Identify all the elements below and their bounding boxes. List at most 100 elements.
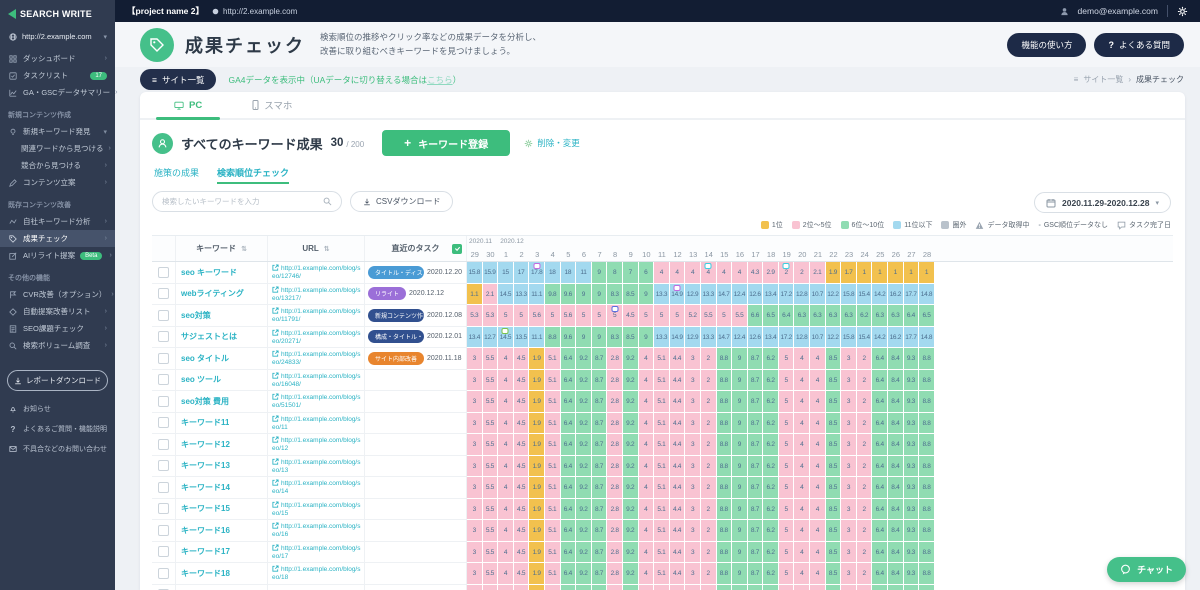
url-link[interactable]: http://1.example.com/blog/seo/20271/ xyxy=(272,330,361,345)
sidebar-item-ga-gsc-summary[interactable]: GA・GSCデータサマリー › xyxy=(0,84,117,101)
tab-pc[interactable]: PC xyxy=(156,92,221,120)
url-link[interactable]: http://1.example.com/blog/seo/13217/ xyxy=(272,287,361,302)
rank-cell: 8.4 xyxy=(888,584,904,590)
keyword-link[interactable]: キーワード11 xyxy=(181,417,229,428)
keyword-link[interactable]: seo ツール xyxy=(181,374,221,385)
legend-label: データ取得中 xyxy=(987,222,1030,229)
legend-label: 2位〜5位 xyxy=(802,222,832,229)
rank-cell: 1.9 xyxy=(529,477,545,499)
delete-edit-link[interactable]: 削除・変更 xyxy=(524,137,580,149)
tab-measure-results[interactable]: 施策の成果 xyxy=(154,166,199,184)
url-link[interactable]: http://1.example.com/blog/seo/13 xyxy=(272,459,361,474)
row-checkbox[interactable] xyxy=(158,481,169,493)
faq-button[interactable]: ? よくある質問 xyxy=(1094,32,1184,57)
task-cell xyxy=(365,455,467,477)
keyword-link[interactable]: キーワード13 xyxy=(181,460,230,471)
sidebar-item-cvr[interactable]: CVR改善（オプション） › xyxy=(0,286,115,303)
keyword-register-button[interactable]: + キーワード登録 xyxy=(382,130,511,156)
row-checkbox[interactable] xyxy=(158,460,169,472)
chat-button[interactable]: チャット xyxy=(1107,557,1186,582)
url-link[interactable]: http://1.example.com/blog/seo/24833/ xyxy=(272,351,361,366)
url-link[interactable]: http://1.example.com/blog/seo/12746/ xyxy=(272,265,361,280)
row-checkbox[interactable] xyxy=(158,352,169,364)
site-list-button[interactable]: ≡ サイト一覧 xyxy=(140,69,217,90)
url-link[interactable]: http://1.example.com/blog/seo/51501/ xyxy=(272,394,361,409)
search-input[interactable] xyxy=(162,197,323,206)
ua-switch-link[interactable]: こちら xyxy=(427,75,453,85)
rank-cell: 3 xyxy=(841,541,857,563)
row-checkbox[interactable] xyxy=(158,546,169,558)
row-checkbox[interactable] xyxy=(158,395,169,407)
row-checkbox[interactable] xyxy=(158,288,169,300)
rank-cell: 3 xyxy=(685,434,701,456)
sidebar-item-new-keyword-discovery[interactable]: 新規キーワード発見 ▾ xyxy=(0,123,115,140)
row-checkbox[interactable] xyxy=(158,524,169,536)
keyword-link[interactable]: キーワード15 xyxy=(181,503,230,514)
breadcrumb-parent[interactable]: サイト一覧 xyxy=(1083,74,1123,85)
keyword-link[interactable]: キーワード14 xyxy=(181,482,230,493)
sort-icon[interactable]: ⇅ xyxy=(324,245,330,253)
rank-cell: 1.9 xyxy=(529,541,545,563)
tab-smartphone[interactable]: スマホ xyxy=(234,92,310,118)
rank-cell: 4 xyxy=(638,369,655,391)
keyword-link[interactable]: seo対策 費用 xyxy=(181,396,229,407)
keyword-cell: seo対策 費用 xyxy=(176,391,268,413)
account-email[interactable]: demo@example.com xyxy=(1078,6,1158,16)
sidebar-item-dashboard[interactable]: ダッシュボード › xyxy=(0,50,115,67)
row-checkbox[interactable] xyxy=(158,417,169,429)
sidebar-item-seo-issues[interactable]: SEO課題チェック › xyxy=(0,320,115,337)
sidebar-item-own-keyword-analysis[interactable]: 自社キーワード分析 › xyxy=(0,213,115,230)
sidebar-item-content-planning[interactable]: コンテンツ立案 › xyxy=(0,174,115,191)
sidebar-item-news[interactable]: お知らせ xyxy=(0,399,115,419)
row-checkbox[interactable] xyxy=(158,503,169,515)
row-checkbox[interactable] xyxy=(158,374,169,386)
url-link[interactable]: http://1.example.com/blog/seo/14 xyxy=(272,480,361,495)
date-range-picker[interactable]: 2020.11.29-2020.12.28 ▾ xyxy=(1034,192,1171,213)
report-download-button[interactable]: レポートダウンロード xyxy=(7,370,108,391)
task-column-header: 直近のタスク xyxy=(365,236,467,261)
keyword-link[interactable]: seo キーワード xyxy=(181,267,237,278)
sidebar-item-faq[interactable]: ? よくあるご質問・機能説明 xyxy=(0,419,115,439)
sort-icon[interactable]: ⇅ xyxy=(241,245,247,253)
sidebar-item-contact[interactable]: 不具合などのお問い合わせ xyxy=(0,439,115,459)
keyword-link[interactable]: キーワード16 xyxy=(181,525,230,536)
keyword-link[interactable]: seo タイトル xyxy=(181,353,229,364)
url-link[interactable]: http://1.example.com/blog/seo/11 xyxy=(272,416,361,431)
csv-download-button[interactable]: CSVダウンロード xyxy=(350,191,454,212)
row-checkbox[interactable] xyxy=(158,309,169,321)
keyword-link[interactable]: サジェストとは xyxy=(181,331,237,342)
url-link[interactable]: http://1.example.com/blog/seo/17 xyxy=(272,545,361,560)
sidebar-item-auto-suggestion-list[interactable]: 自動提案改善リスト › xyxy=(0,303,115,320)
keyword-column-header[interactable]: キーワード ⇅ xyxy=(176,236,268,261)
row-checkbox[interactable] xyxy=(158,266,169,278)
url-link[interactable]: http://1.example.com/blog/seo/15 xyxy=(272,502,361,517)
keyword-cell xyxy=(176,584,268,590)
url-link[interactable]: http://1.example.com/blog/seo/16048/ xyxy=(272,373,361,388)
sidebar-item-result-check[interactable]: 成果チェック › xyxy=(0,230,115,247)
row-checkbox[interactable] xyxy=(158,567,169,579)
gear-icon[interactable] xyxy=(1177,6,1188,17)
task-toggle-icon[interactable] xyxy=(452,243,462,254)
url-link[interactable]: http://1.example.com/blog/seo/18 xyxy=(272,566,361,581)
row-checkbox[interactable] xyxy=(158,438,169,450)
sidebar-item-ai-rewrite[interactable]: AIリライト提案 Beta › xyxy=(0,247,115,264)
row-checkbox[interactable] xyxy=(158,331,169,343)
sidebar-item-search-volume[interactable]: 検索ボリューム調査 › xyxy=(0,337,115,354)
keyword-link[interactable]: キーワード12 xyxy=(181,439,230,450)
url-link[interactable]: http://1.example.com/blog/seo/11791/ xyxy=(272,308,361,323)
sidebar-item-related-words[interactable]: 関連ワードから見つける › xyxy=(0,140,115,157)
rank-cell: 3 xyxy=(685,348,701,370)
howto-button[interactable]: 機能の使い方 xyxy=(1007,32,1087,57)
sidebar-item-task-list[interactable]: タスクリスト 17 xyxy=(0,67,115,84)
sidebar-item-competitors[interactable]: 競合から見つける › xyxy=(0,157,115,174)
url-link[interactable]: http://1.example.com/blog/seo/12 xyxy=(272,437,361,452)
url-column-header[interactable]: URL ⇅ xyxy=(268,236,365,261)
keyword-link[interactable]: キーワード17 xyxy=(181,546,230,557)
tab-rank-check[interactable]: 検索順位チェック xyxy=(217,166,290,184)
external-link-icon xyxy=(272,522,279,529)
site-selector[interactable]: http://2.example.com ▾ xyxy=(0,27,115,50)
url-link[interactable]: http://1.example.com/blog/seo/16 xyxy=(272,523,361,538)
keyword-link[interactable]: seo対策 xyxy=(181,310,211,321)
keyword-link[interactable]: キーワード18 xyxy=(181,568,230,579)
keyword-link[interactable]: webライティング xyxy=(181,288,244,299)
